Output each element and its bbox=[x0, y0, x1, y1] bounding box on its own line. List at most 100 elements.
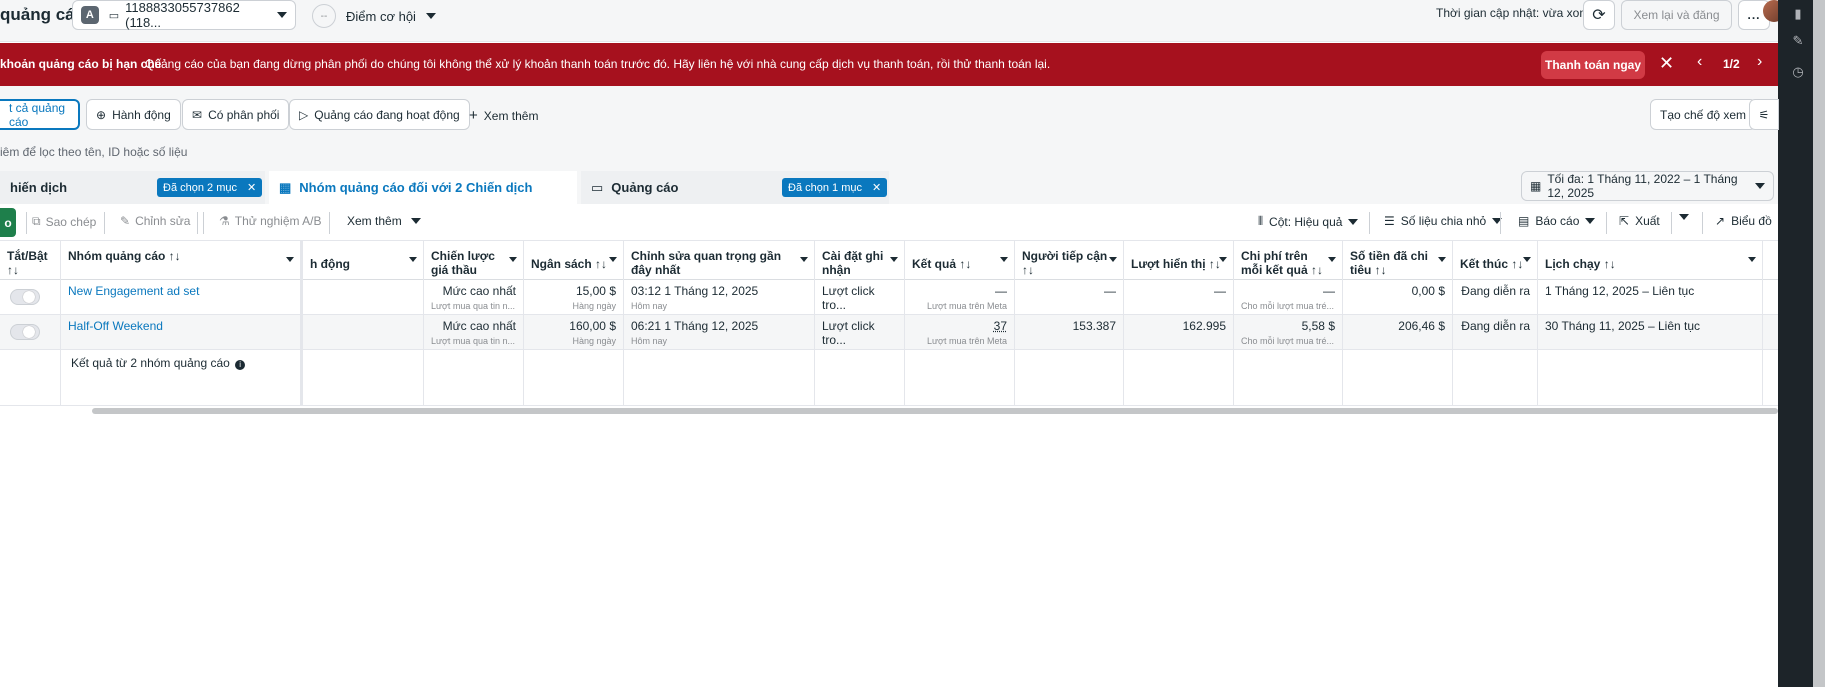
banner-pager: 1/2 bbox=[1723, 57, 1740, 71]
columns-button[interactable]: ⫴ Cột: Hiệu quả bbox=[1258, 214, 1359, 229]
chevron-down-icon bbox=[890, 257, 898, 262]
duplicate-button[interactable]: ⧉ Sao chép bbox=[32, 214, 96, 229]
divider bbox=[329, 212, 330, 234]
table-row[interactable]: Half-Off Weekend Mức cao nhất Lượt mua q… bbox=[0, 315, 1778, 350]
header-impressions[interactable]: Lượt hiển thị ↑↓ bbox=[1124, 241, 1234, 280]
see-more-actions-button[interactable]: Xem thêm bbox=[347, 214, 421, 228]
charts-label: Biểu đồ bbox=[1731, 214, 1772, 228]
header-attribution[interactable]: Cài đặt ghi nhận bbox=[815, 241, 905, 280]
clock-icon[interactable]: ◷ bbox=[1790, 64, 1806, 80]
close-icon[interactable]: ✕ bbox=[872, 181, 881, 194]
results-value[interactable]: 37 bbox=[912, 319, 1007, 333]
header-last-edit[interactable]: Chỉnh sửa quan trọng gần đây nhất bbox=[624, 241, 815, 280]
grid-icon: ▦ bbox=[279, 179, 292, 195]
all-ads-filter-button[interactable]: t cả quảng cáo bbox=[0, 99, 80, 130]
header-name-label: Nhóm quảng cáo ↑↓ bbox=[68, 249, 181, 263]
table-horizontal-scrollbar[interactable] bbox=[92, 408, 1778, 414]
header-results[interactable]: Kết quả ↑↓ bbox=[905, 241, 1015, 280]
chevron-down-icon bbox=[609, 257, 617, 262]
bid-subtext: Lượt mua qua tin n... bbox=[431, 336, 515, 346]
schedule-value: 1 Tháng 12, 2025 – Liên tục bbox=[1545, 284, 1695, 298]
header-bid-strategy[interactable]: Chiến lược giá thầu bbox=[424, 241, 524, 280]
actions-filter-button[interactable]: ⊕ Hành động bbox=[86, 99, 181, 130]
last-edit-value: 03:12 1 Tháng 12, 2025 bbox=[631, 284, 759, 298]
envelope-icon: ✉ bbox=[192, 107, 203, 122]
export-button[interactable]: ⇱ Xuất bbox=[1619, 214, 1660, 228]
opportunity-score-dropdown[interactable]: -- Điểm cơ hội bbox=[312, 4, 436, 28]
header-cost-per-result[interactable]: Chi phí trên mỗi kết quả ↑↓ bbox=[1234, 241, 1343, 280]
ads-selected-chip[interactable]: Đã chọn 1 mục ✕ bbox=[782, 178, 888, 197]
see-more-filters-button[interactable]: + Xem thêm bbox=[469, 107, 538, 124]
tab-adsets[interactable]: ▦ Nhóm quảng cáo đối với 2 Chiến dịch bbox=[269, 171, 577, 204]
header-delivery[interactable]: h động bbox=[303, 241, 424, 280]
edit-button[interactable]: ✎ Chỉnh sửa bbox=[120, 214, 190, 228]
header-ends[interactable]: Kết thúc ↑↓ bbox=[1453, 241, 1538, 280]
last-edit-value: 06:21 1 Tháng 12, 2025 bbox=[631, 319, 759, 333]
header-schedule[interactable]: Lịch chạy ↑↓ bbox=[1538, 241, 1763, 280]
attribution-cell: Lượt click tro... bbox=[815, 280, 905, 315]
chevron-down-icon bbox=[509, 257, 517, 262]
breakdown-button[interactable]: ☰ Số liệu chia nhỏ bbox=[1384, 214, 1503, 228]
charts-button[interactable]: ↗ Biểu đồ bbox=[1715, 214, 1772, 228]
divider bbox=[1671, 212, 1672, 234]
last-edit-cell: 03:12 1 Tháng 12, 2025 Hôm nay bbox=[624, 280, 815, 315]
review-publish-button[interactable]: Xem lại và đăng bbox=[1621, 0, 1732, 30]
campaigns-selected-chip[interactable]: Đã chọn 2 mục ✕ bbox=[157, 178, 263, 197]
budget-cell[interactable]: 15,00 $ Hàng ngày bbox=[524, 280, 624, 315]
header-name[interactable]: Nhóm quảng cáo ↑↓ bbox=[61, 241, 301, 280]
adset-name-link[interactable]: New Engagement ad set bbox=[68, 284, 199, 298]
results-subtext: Lượt mua trên Meta bbox=[927, 301, 1007, 311]
info-icon[interactable]: i bbox=[235, 360, 246, 370]
create-view-button[interactable]: Tạo chế độ xem bbox=[1650, 99, 1757, 130]
reports-button[interactable]: ▤ Báo cáo bbox=[1518, 214, 1596, 228]
reach-value: — bbox=[1104, 284, 1116, 298]
frozen-column-divider[interactable] bbox=[300, 241, 303, 406]
plus-icon: + bbox=[469, 107, 478, 124]
header-toggle[interactable]: Tắt/Bật ↑↓ bbox=[0, 241, 61, 280]
divider bbox=[26, 212, 27, 234]
on-off-toggle[interactable] bbox=[10, 324, 40, 340]
search-input[interactable]: iêm để lọc theo tên, ID hoặc số liệu bbox=[0, 145, 187, 159]
bid-subtext: Lượt mua qua tin n... bbox=[431, 301, 515, 311]
adset-name-link[interactable]: Half-Off Weekend bbox=[68, 319, 163, 333]
refresh-button[interactable]: ⟳ bbox=[1583, 0, 1615, 30]
chevron-left-icon[interactable]: ‹ bbox=[1697, 53, 1702, 71]
ab-test-button[interactable]: ⚗ Thử nghiệm A/B bbox=[219, 214, 322, 228]
budget-cell[interactable]: 160,00 $ Hàng ngày bbox=[524, 315, 624, 350]
search-bar[interactable]: iêm để lọc theo tên, ID hoặc số liệu bbox=[0, 137, 1778, 169]
date-range-picker[interactable]: ▦ Tối đa: 1 Tháng 11, 2022 – 1 Tháng 12,… bbox=[1521, 171, 1774, 201]
ends-value: Đang diễn ra bbox=[1461, 319, 1530, 333]
pay-now-button[interactable]: Thanh toán ngay bbox=[1541, 51, 1645, 79]
table-row[interactable]: New Engagement ad set Mức cao nhất Lượt … bbox=[0, 280, 1778, 315]
sort-icon: ↑↓ bbox=[1022, 263, 1034, 277]
on-off-toggle[interactable] bbox=[10, 289, 40, 305]
header-cpr-label: Chi phí trên mỗi kết quả ↑↓ bbox=[1241, 249, 1324, 277]
results-value: — bbox=[995, 284, 1007, 298]
close-icon[interactable]: ✕ bbox=[1659, 53, 1674, 74]
summary-cell bbox=[0, 350, 61, 406]
bar-chart-icon[interactable]: ▮ bbox=[1790, 6, 1806, 22]
results-cell: 37 Lượt mua trên Meta bbox=[905, 315, 1015, 350]
pencil-icon[interactable]: ✎ bbox=[1790, 33, 1806, 49]
chevron-right-icon[interactable]: › bbox=[1757, 53, 1762, 71]
summary-cell bbox=[1234, 350, 1343, 406]
chip-label: Đã chọn 1 mục bbox=[788, 181, 862, 194]
create-button[interactable]: o bbox=[0, 208, 16, 237]
header-amount-spent[interactable]: Số tiền đã chi tiêu ↑↓ bbox=[1343, 241, 1453, 280]
close-icon[interactable]: ✕ bbox=[247, 181, 256, 194]
view-settings-button[interactable]: ⚟ bbox=[1749, 99, 1779, 130]
chart-icon: ↗ bbox=[1715, 214, 1726, 228]
header-budget[interactable]: Ngân sách ↑↓ bbox=[524, 241, 624, 280]
calendar-icon: ▦ bbox=[1530, 179, 1542, 193]
delivery-label: Có phân phối bbox=[208, 107, 280, 122]
reach-cell: — bbox=[1015, 280, 1124, 315]
last-edit-cell: 06:21 1 Tháng 12, 2025 Hôm nay bbox=[624, 315, 815, 350]
delivery-filter-button[interactable]: ✉ Có phân phối bbox=[182, 99, 290, 130]
export-options-button[interactable] bbox=[1679, 214, 1689, 220]
active-ads-filter-button[interactable]: ▷ Quảng cáo đang hoạt động bbox=[289, 99, 470, 130]
chevron-down-icon bbox=[1348, 218, 1359, 225]
header-reach[interactable]: Người tiếp cận ↑↓ bbox=[1015, 241, 1124, 280]
page-scrollbar[interactable] bbox=[1813, 0, 1825, 687]
account-selector[interactable]: A ▭ 1188833055737862 (118... bbox=[72, 0, 296, 30]
header-toggle-label: Tắt/Bật bbox=[7, 249, 48, 263]
